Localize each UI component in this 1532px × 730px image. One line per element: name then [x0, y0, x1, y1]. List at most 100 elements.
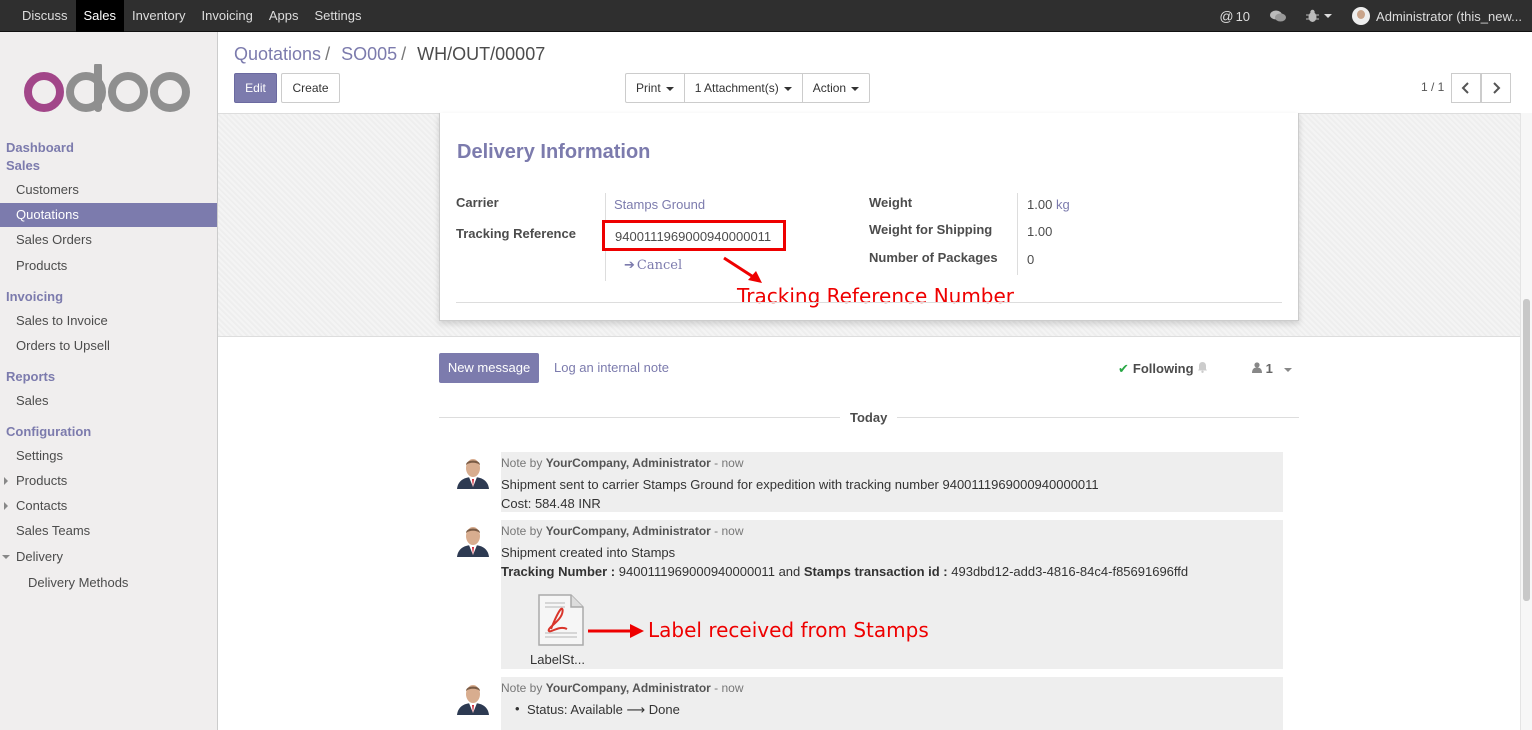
chevron-down-icon: [665, 86, 674, 91]
caret-right-icon: [4, 502, 8, 510]
at-icon: @: [1219, 8, 1234, 24]
message-meta: Note by YourCompany, Administrator - now: [501, 456, 744, 470]
message-time: - now: [714, 456, 744, 470]
action-dropdown[interactable]: Action: [803, 74, 869, 102]
sidebar-item-delivery-methods[interactable]: Delivery Methods: [0, 571, 217, 595]
breadcrumb: Quotations / SO005/ WH/OUT/00007: [234, 44, 545, 65]
author-name[interactable]: YourCompany, Administrator: [546, 681, 711, 695]
scrollbar-thumb[interactable]: [1523, 299, 1530, 601]
odoo-logo: [24, 64, 190, 112]
attachment-name[interactable]: LabelSt...: [530, 652, 585, 667]
annotation-arrow: [723, 256, 762, 283]
print-dropdown[interactable]: Print: [626, 74, 685, 102]
message-time: - now: [714, 681, 744, 695]
bullet-icon: •: [515, 701, 520, 716]
tracking-reference-value: 9400111969000940000011: [615, 229, 772, 244]
log-note-link[interactable]: Log an internal note: [554, 360, 669, 375]
cancel-label: Cancel: [636, 258, 683, 273]
mentions-button[interactable]: @ 10: [1219, 8, 1250, 24]
pdf-file-icon[interactable]: [537, 593, 585, 647]
carrier-link[interactable]: Stamps Ground: [614, 197, 705, 212]
author-name[interactable]: YourCompany, Administrator: [546, 456, 711, 470]
message-line: Shipment created into Stamps: [501, 545, 676, 560]
sidebar: Dashboard Sales Customers Quotations Sal…: [0, 32, 218, 730]
create-button[interactable]: Create: [281, 73, 340, 103]
top-navbar: Discuss Sales Inventory Invoicing Apps S…: [0, 0, 1532, 32]
sidebar-item-report-sales[interactable]: Sales: [0, 389, 217, 413]
caret-right-icon: [4, 477, 8, 485]
action-label: Action: [812, 81, 847, 95]
breadcrumb-quotations[interactable]: Quotations: [234, 44, 321, 64]
followers-count: 1: [1265, 361, 1273, 376]
attachments-dropdown[interactable]: 1 Attachment(s): [685, 74, 803, 102]
menu-settings[interactable]: Settings: [306, 0, 369, 32]
sidebar-item-orders-to-upsell[interactable]: Orders to Upsell: [0, 334, 217, 358]
user-avatar: [1352, 7, 1371, 25]
sidebar-item-customers[interactable]: Customers: [0, 178, 217, 202]
weight-label: Weight: [869, 195, 913, 210]
message-item: Note by YourCompany, Administrator - now…: [501, 677, 1283, 730]
menu-discuss[interactable]: Discuss: [14, 0, 76, 32]
following-label: Following: [1132, 361, 1194, 376]
tracking-number-value: 9400111969000940000011: [618, 564, 775, 579]
author-avatar[interactable]: [455, 679, 491, 715]
sidebar-actions: Print 1 Attachment(s) Action: [625, 73, 871, 103]
form-separator: [456, 302, 1282, 303]
sidebar-item-delivery[interactable]: Delivery: [0, 545, 217, 569]
author-avatar[interactable]: [455, 521, 491, 557]
sidebar-item-label: Products: [16, 473, 68, 488]
scrollbar[interactable]: [1520, 113, 1532, 730]
sidebar-item-contacts[interactable]: Contacts: [0, 494, 217, 518]
mentions-count: 10: [1235, 8, 1251, 24]
pager-value[interactable]: 1 / 1: [1421, 80, 1444, 94]
field-divider: [1017, 193, 1018, 275]
note-prefix: Note by: [501, 524, 543, 538]
menu-apps[interactable]: Apps: [261, 0, 307, 32]
menu-sales[interactable]: Sales: [75, 0, 125, 32]
chevron-right-icon: [1493, 82, 1501, 94]
breadcrumb-so005[interactable]: SO005: [341, 44, 397, 64]
author-avatar[interactable]: [455, 453, 491, 489]
section-sales[interactable]: Sales: [6, 158, 40, 173]
message-line: Shipment sent to carrier Stamps Ground f…: [501, 477, 1099, 492]
weight-value: 1.00 kg: [1027, 197, 1070, 212]
check-icon: ✔: [1118, 361, 1129, 376]
note-prefix: Note by: [501, 456, 543, 470]
message-item: Note by YourCompany, Administrator - now…: [501, 452, 1283, 512]
author-name[interactable]: YourCompany, Administrator: [546, 524, 711, 538]
user-menu[interactable]: Administrator (this_new...: [1352, 7, 1522, 25]
menu-inventory[interactable]: Inventory: [124, 0, 193, 32]
pager-previous-button[interactable]: [1451, 73, 1481, 103]
sidebar-item-sales-orders[interactable]: Sales Orders: [0, 228, 217, 252]
pager-next-button[interactable]: [1481, 73, 1511, 103]
sidebar-item-sales-to-invoice[interactable]: Sales to Invoice: [0, 309, 217, 333]
menu-invoicing[interactable]: Invoicing: [194, 0, 261, 32]
sidebar-item-config-products[interactable]: Products: [0, 469, 217, 493]
transaction-id-label: Stamps transaction id :: [803, 564, 948, 579]
sidebar-item-products[interactable]: Products: [0, 254, 217, 278]
cancel-shipment-link[interactable]: ➔ Cancel: [624, 257, 682, 273]
bell-icon[interactable]: [1197, 361, 1208, 373]
message-item: Note by YourCompany, Administrator - now…: [501, 520, 1283, 669]
sidebar-item-quotations[interactable]: Quotations: [0, 203, 217, 227]
tracking-number-label: Tracking Number :: [501, 564, 616, 579]
section-dashboard[interactable]: Dashboard: [6, 140, 74, 155]
sidebar-item-settings[interactable]: Settings: [0, 444, 217, 468]
debug-button[interactable]: [1306, 9, 1333, 23]
breadcrumb-separator: /: [325, 44, 331, 64]
chat-button[interactable]: [1270, 10, 1287, 23]
following-button[interactable]: ✔ Following: [1118, 361, 1194, 377]
carrier-label: Carrier: [456, 195, 499, 210]
message-meta: Note by YourCompany, Administrator - now: [501, 681, 744, 695]
sidebar-item-label: Delivery: [16, 549, 63, 564]
section-invoicing[interactable]: Invoicing: [6, 289, 63, 304]
edit-button[interactable]: Edit: [234, 73, 277, 103]
section-configuration[interactable]: Configuration: [6, 424, 91, 439]
user-name: Administrator (this_new...: [1376, 8, 1522, 24]
new-message-button[interactable]: New message: [439, 353, 539, 383]
message-time: - now: [714, 524, 744, 538]
sidebar-item-sales-teams[interactable]: Sales Teams: [0, 519, 217, 543]
followers-dropdown[interactable]: 1: [1252, 361, 1293, 376]
section-reports[interactable]: Reports: [6, 369, 55, 384]
systray: @ 10 Administrator (this_new...: [1209, 0, 1532, 32]
